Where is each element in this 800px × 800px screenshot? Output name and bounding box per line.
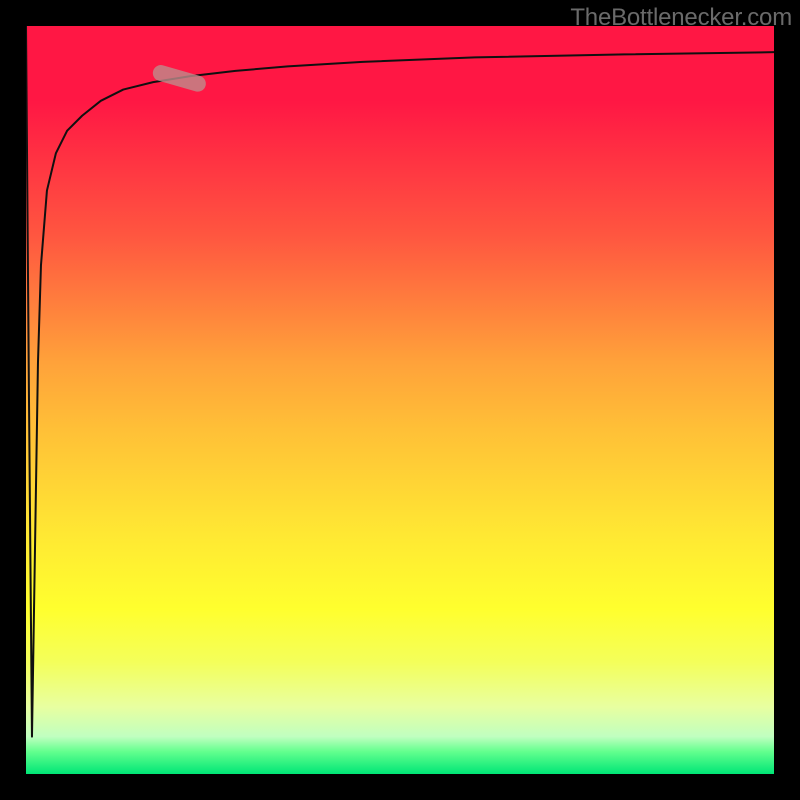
plot-area [26,26,774,774]
curve-layer [26,26,774,774]
main-curve [26,26,774,737]
highlight-marker [151,63,208,93]
